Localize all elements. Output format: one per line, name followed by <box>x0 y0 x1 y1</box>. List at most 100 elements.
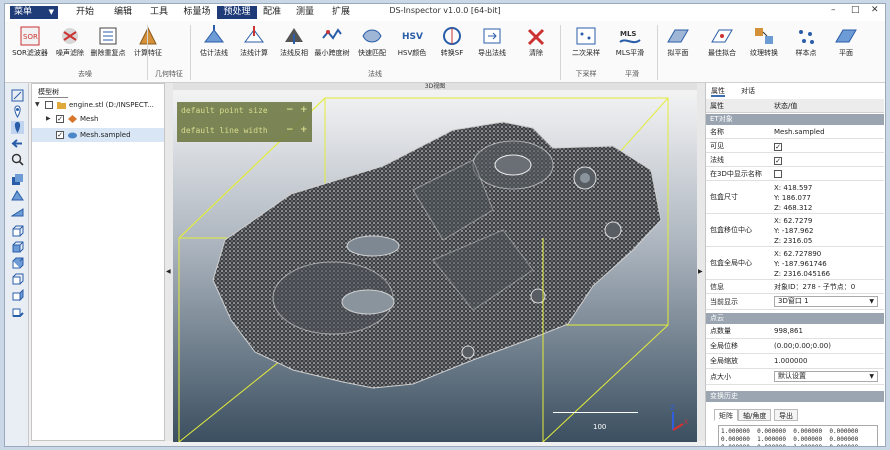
property-value: X: 418.597 Y: 186.077 Z: 468.312 <box>774 184 813 212</box>
sor-filter-button[interactable]: SOR SOR滤波器 <box>9 24 51 64</box>
property-row-center: 包盒移位中心 X: 62.7279 Y: -187.962 Z: 2316.05 <box>706 214 884 247</box>
mls-smooth-button[interactable]: MLS MLS平滑 <box>609 24 651 64</box>
tab-dialog[interactable]: 对话 <box>741 86 755 97</box>
ortho-icon[interactable] <box>11 205 24 218</box>
tab-axis-angle[interactable]: 轴/角度 <box>738 409 772 421</box>
point-size-select-value: 默认设置 <box>778 372 806 380</box>
property-value[interactable]: Mesh.sampled <box>774 125 825 139</box>
ribbon-button-label: 平面 <box>839 49 853 57</box>
pick-point-icon[interactable] <box>11 121 24 134</box>
subsample-button[interactable]: 二次采样 <box>565 24 607 64</box>
view-back-icon[interactable] <box>11 273 24 286</box>
maximize-icon[interactable]: □ <box>851 5 860 15</box>
property-row-global-scale: 全局缩放 1.000000 <box>706 354 884 369</box>
chevron-right-icon[interactable]: ▶ <box>46 112 51 126</box>
fit-view-icon[interactable] <box>11 89 24 102</box>
property-value: 998,861 <box>774 327 803 335</box>
compute-normals-button[interactable]: 法线计算 <box>233 24 275 64</box>
property-key: 法线 <box>710 156 724 164</box>
svg-text:Z: Z <box>670 404 675 412</box>
display-select[interactable]: 3D窗口 1 ▼ <box>774 296 878 307</box>
decrease-line-width-button[interactable]: − <box>286 125 294 135</box>
mesh-icon <box>68 115 77 123</box>
property-key: 信息 <box>710 283 724 291</box>
estimate-normals-button[interactable]: 估计法线 <box>193 24 235 64</box>
decrease-point-size-button[interactable]: − <box>286 105 294 115</box>
property-row-global-shift: 全局位移 (0.00;0.00;0.00) <box>706 339 884 354</box>
tab-model-tree[interactable]: 模型树 <box>38 87 68 98</box>
svg-text:SOR: SOR <box>23 33 38 41</box>
property-key: 在3D中显示名称 <box>710 170 762 178</box>
tree-item-mesh-sampled[interactable]: ✓ Mesh.sampled <box>32 128 164 142</box>
clear-button[interactable]: 清除 <box>515 24 557 64</box>
property-key: 全局位移 <box>710 342 738 350</box>
increase-line-width-button[interactable]: + <box>300 125 308 135</box>
layers-icon[interactable] <box>11 173 24 186</box>
section-object[interactable]: ET对象 <box>706 114 884 125</box>
panel-splitter-right[interactable]: ▶ <box>697 83 705 441</box>
min-spanning-tree-button[interactable]: 最小跨度树 <box>311 24 353 64</box>
remove-duplicates-button[interactable]: 删除重复点 <box>87 24 129 64</box>
visible-checkbox[interactable]: ✓ <box>774 142 782 152</box>
tree-checkbox[interactable]: ✓ <box>56 115 64 123</box>
tab-matrix[interactable]: 矩阵 <box>714 409 738 421</box>
fast-match-button[interactable]: 快速匹配 <box>351 24 393 64</box>
remove-duplicates-icon <box>99 27 117 45</box>
transform-matrix-text[interactable]: 1.000000 0.000000 0.000000 0.000000 0.00… <box>718 425 878 446</box>
3d-viewport[interactable]: Z X default point size − + default line … <box>173 90 697 442</box>
view-bottom-icon[interactable] <box>11 305 24 318</box>
convert-sf-button[interactable]: 转换SF <box>431 24 473 64</box>
group-label-normals: 法线 <box>368 70 382 78</box>
tab-export[interactable]: 导出 <box>774 409 798 421</box>
sample-points-button[interactable]: 样本点 <box>785 24 827 64</box>
fit-plane-button[interactable]: 拟平面 <box>657 24 699 64</box>
panel-splitter[interactable]: ◀ <box>165 83 173 441</box>
pin-icon[interactable] <box>11 105 24 118</box>
convert-sf-icon <box>443 27 461 45</box>
view-left-icon[interactable] <box>11 257 24 270</box>
best-fit-button[interactable]: 最佳拟合 <box>701 24 743 64</box>
tree-item-mesh[interactable]: ▶ ✓ Mesh <box>32 112 164 126</box>
ribbon-separator <box>560 25 561 80</box>
arrow-left-icon[interactable] <box>11 137 24 150</box>
section-cloud[interactable]: 点云 <box>706 313 884 324</box>
plane-button[interactable]: 平面 <box>825 24 867 64</box>
chevron-down-icon: ▼ <box>869 298 874 305</box>
tab-properties[interactable]: 属性 <box>711 86 725 97</box>
tree-checkbox[interactable]: ✓ <box>56 131 64 139</box>
collapse-right-icon[interactable]: ▶ <box>698 268 703 275</box>
property-row-display: 当前显示 3D窗口 1 ▼ <box>706 294 884 310</box>
group-label-geometry: 几何特征 <box>155 70 183 78</box>
tree-item-engine[interactable]: ▼ engine.stl (D:/INSPECT... <box>32 98 164 112</box>
zoom-icon[interactable] <box>11 153 24 166</box>
point-size-select[interactable]: 默认设置 ▼ <box>774 371 878 382</box>
tree-item-label: engine.stl (D:/INSPECT... <box>69 101 154 109</box>
collapse-left-icon[interactable]: ◀ <box>166 268 171 275</box>
fast-match-icon <box>362 29 382 43</box>
section-history[interactable]: 变换历史 <box>706 391 884 402</box>
increase-point-size-button[interactable]: + <box>300 105 308 115</box>
clear-icon <box>527 28 545 46</box>
property-key: 可见 <box>710 142 724 150</box>
show-name-checkbox[interactable] <box>774 170 782 181</box>
property-key: 点数量 <box>710 327 731 335</box>
noise-filter-button[interactable]: 噪声滤除 <box>49 24 91 64</box>
compute-feature-button[interactable]: 计算特征 <box>127 24 169 64</box>
minimize-icon[interactable]: – <box>831 5 836 15</box>
export-normals-button[interactable]: 导出法线 <box>471 24 513 64</box>
property-row-name: 名称 Mesh.sampled <box>706 125 884 139</box>
view-front-icon[interactable] <box>11 225 24 238</box>
close-icon[interactable]: ✕ <box>871 5 879 15</box>
view-top-icon[interactable] <box>11 241 24 254</box>
property-value: X: 62.727890 Y: -187.961746 Z: 2316.0451… <box>774 250 831 278</box>
chevron-down-icon[interactable]: ▼ <box>35 98 40 112</box>
normals-checkbox[interactable]: ✓ <box>774 156 782 166</box>
texture-convert-button[interactable]: 纹理转换 <box>743 24 785 64</box>
perspective-icon[interactable] <box>11 189 24 202</box>
view-right-icon[interactable] <box>11 289 24 302</box>
hsv-color-button[interactable]: HSV HSV颜色 <box>391 24 433 64</box>
tree-item-label: Mesh.sampled <box>80 131 131 139</box>
invert-normals-button[interactable]: 法线反相 <box>273 24 315 64</box>
tree-checkbox[interactable] <box>45 101 53 109</box>
property-key: 包盒移位中心 <box>710 226 752 234</box>
